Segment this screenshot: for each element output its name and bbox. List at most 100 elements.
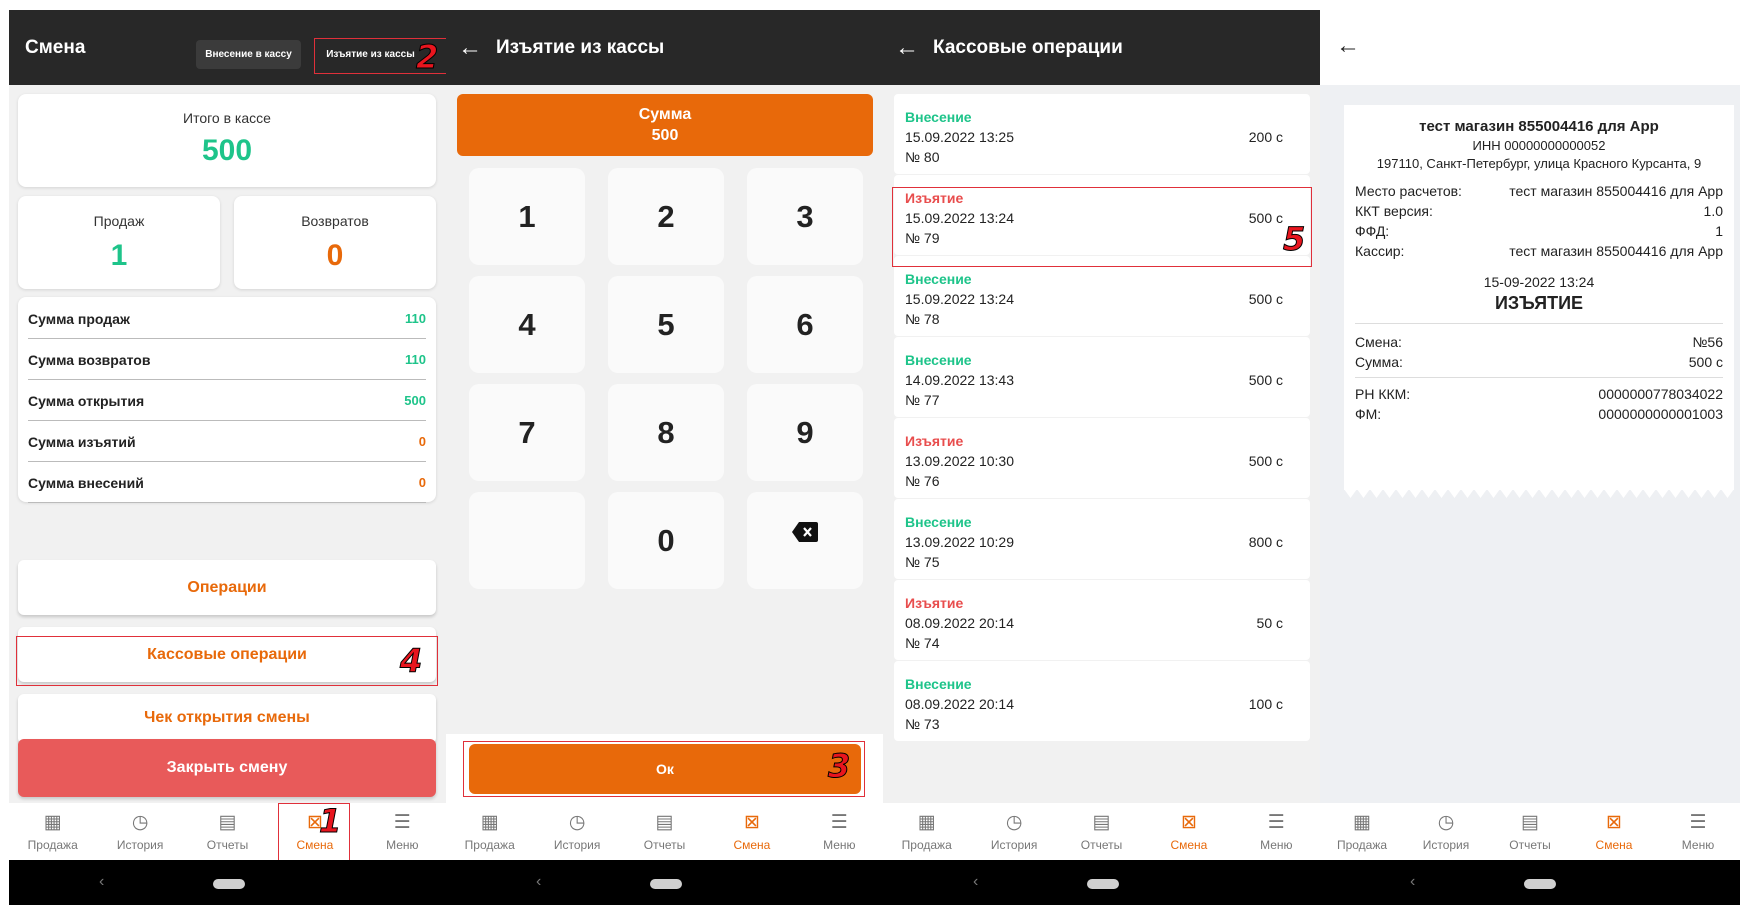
tab-reports[interactable]: ▤ Отчеты xyxy=(1058,803,1145,860)
operation-item[interactable]: Внесение 14.09.2022 13:43 № 77 500 с xyxy=(894,337,1310,417)
home-pill[interactable] xyxy=(1087,879,1119,889)
operation-date: 13.09.2022 10:30 xyxy=(905,453,1014,469)
annotation-box-5 xyxy=(892,187,1312,267)
row-value: 0000000778034022 xyxy=(1598,386,1723,402)
key-empty xyxy=(469,492,585,589)
tab-history[interactable]: ◷ История xyxy=(1404,803,1488,860)
operation-amount: 500 с xyxy=(1248,372,1283,388)
sale-icon: ▦ xyxy=(917,811,936,833)
system-nav-bar: ‹ xyxy=(1320,860,1740,905)
tab-label: История xyxy=(553,837,601,852)
operation-date: 15.09.2022 13:25 xyxy=(905,129,1014,145)
summary-label: Сумма внесений xyxy=(28,474,144,491)
operation-type: Изъятие xyxy=(905,433,964,449)
operation-type: Внесение xyxy=(905,676,972,692)
operation-item[interactable]: Изъятие 13.09.2022 10:30 № 76 500 с xyxy=(894,418,1310,498)
key-1[interactable]: 1 xyxy=(469,168,585,265)
operation-item[interactable]: Изъятие 08.09.2022 20:14 № 74 50 с xyxy=(894,580,1310,660)
backspace-icon xyxy=(792,522,818,542)
receipt-row: Сумма: 500 с xyxy=(1355,354,1723,370)
operation-type: Внесение xyxy=(905,271,972,287)
tab-label: История xyxy=(1422,837,1470,852)
tab-sale[interactable]: ▦ Продажа xyxy=(883,803,970,860)
tab-bar: ▦ Продажа ◷ История ▤ Отчеты ⊠ Смена ☰ Меню xyxy=(1320,803,1740,860)
back-nav-icon[interactable]: ‹ xyxy=(973,873,978,891)
tab-sale[interactable]: ▦ Продажа xyxy=(446,803,533,860)
key-4[interactable]: 4 xyxy=(469,276,585,373)
deposit-button[interactable]: Внесение в кассу xyxy=(196,40,301,69)
tab-label: Продажа xyxy=(464,837,515,852)
tab-label: Меню xyxy=(823,837,856,852)
header: ← Изъятие из кассы xyxy=(446,10,883,85)
close-shift-button[interactable]: Закрыть смену xyxy=(18,739,436,797)
key-6[interactable]: 6 xyxy=(747,276,863,373)
back-arrow-icon[interactable]: ← xyxy=(883,34,931,62)
summary-value: 110 xyxy=(405,311,426,326)
tab-history[interactable]: ◷ История xyxy=(533,803,620,860)
annotation-1: 1 xyxy=(318,802,342,840)
key-9[interactable]: 9 xyxy=(747,384,863,481)
tab-menu[interactable]: ☰ Меню xyxy=(1233,803,1320,860)
key-8[interactable]: 8 xyxy=(608,384,724,481)
returns-value: 0 xyxy=(326,239,344,272)
tab-shift[interactable]: ⊠ Смена xyxy=(708,803,795,860)
receipt-doc-type: ИЗЪЯТИЕ xyxy=(1494,293,1584,313)
open-receipt-button[interactable]: Чек открытия смены xyxy=(18,694,436,744)
home-pill[interactable] xyxy=(650,879,682,889)
back-nav-icon[interactable]: ‹ xyxy=(1410,873,1415,891)
back-nav-icon[interactable]: ‹ xyxy=(536,873,541,891)
home-pill[interactable] xyxy=(1524,879,1556,889)
tab-history[interactable]: ◷ История xyxy=(970,803,1057,860)
sale-icon: ▦ xyxy=(1353,811,1371,833)
receipt-row: ФМ: 0000000000001003 xyxy=(1355,406,1723,422)
receipt-row: Кассир: тест магазин 855004416 для App xyxy=(1355,243,1723,259)
key-2[interactable]: 2 xyxy=(608,168,724,265)
tab-reports[interactable]: ▤ Отчеты xyxy=(1488,803,1572,860)
home-pill[interactable] xyxy=(213,879,245,889)
row-value: 1.0 xyxy=(1703,203,1723,219)
tab-reports[interactable]: ▤ Отчеты xyxy=(621,803,708,860)
operation-amount: 500 с xyxy=(1248,453,1283,469)
backspace-key[interactable] xyxy=(747,492,863,589)
back-nav-icon[interactable]: ‹ xyxy=(99,873,104,891)
history-icon: ◷ xyxy=(1005,811,1023,833)
operation-item[interactable]: Внесение 08.09.2022 20:14 № 73 100 с xyxy=(894,661,1310,741)
receipt-row: РН ККМ: 0000000778034022 xyxy=(1355,386,1723,402)
tab-shift[interactable]: ⊠ Смена xyxy=(1145,803,1232,860)
page-title: Изъятие из кассы xyxy=(496,36,665,58)
summary-label: Сумма возвратов xyxy=(28,351,151,368)
key-7[interactable]: 7 xyxy=(469,384,585,481)
operation-item[interactable]: Внесение 13.09.2022 10:29 № 75 800 с xyxy=(894,499,1310,579)
tab-label: Меню xyxy=(1260,837,1293,852)
summary-value: 0 xyxy=(418,475,426,490)
key-3[interactable]: 3 xyxy=(747,168,863,265)
annotation-5: 5 xyxy=(1282,220,1306,258)
inn: ИНН 00000000000052 xyxy=(1472,138,1606,153)
tab-menu[interactable]: ☰ Меню xyxy=(1656,803,1740,860)
row-label: Сумма: xyxy=(1355,354,1403,370)
tab-history[interactable]: ◷ История xyxy=(96,803,183,860)
row-label: ККТ версия: xyxy=(1355,203,1433,219)
operation-date: 13.09.2022 10:29 xyxy=(905,534,1014,550)
store-name: тест магазин 855004416 для App xyxy=(1419,118,1659,135)
shift-screen: Смена Внесение в кассу Изъятие из кассы … xyxy=(9,10,446,905)
back-arrow-icon[interactable]: ← xyxy=(1336,32,1360,60)
tab-bar: ▦ Продажа ◷ История ▤ Отчеты ⊠ Смена ☰ Меню xyxy=(9,803,446,860)
key-5[interactable]: 5 xyxy=(608,276,724,373)
reports-icon: ▤ xyxy=(218,811,237,833)
operations-button[interactable]: Операции xyxy=(18,560,436,615)
key-0[interactable]: 0 xyxy=(608,492,724,589)
row-label: РН ККМ: xyxy=(1355,386,1411,402)
history-icon: ◷ xyxy=(568,811,586,833)
tab-menu[interactable]: ☰ Меню xyxy=(796,803,883,860)
tab-shift[interactable]: ⊠ Смена xyxy=(1572,803,1656,860)
tab-sale[interactable]: ▦ Продажа xyxy=(1320,803,1404,860)
tab-reports[interactable]: ▤ Отчеты xyxy=(184,803,271,860)
tab-menu[interactable]: ☰ Меню xyxy=(359,803,446,860)
operation-item[interactable]: Внесение 15.09.2022 13:24 № 78 500 с xyxy=(894,256,1310,336)
back-arrow-icon[interactable]: ← xyxy=(446,34,494,62)
operation-item[interactable]: Внесение 15.09.2022 13:25 № 80 200 с xyxy=(894,94,1310,174)
tab-sale[interactable]: ▦ Продажа xyxy=(9,803,96,860)
menu-icon: ☰ xyxy=(830,811,848,833)
receipt-row: ФФД: 1 xyxy=(1355,223,1723,239)
